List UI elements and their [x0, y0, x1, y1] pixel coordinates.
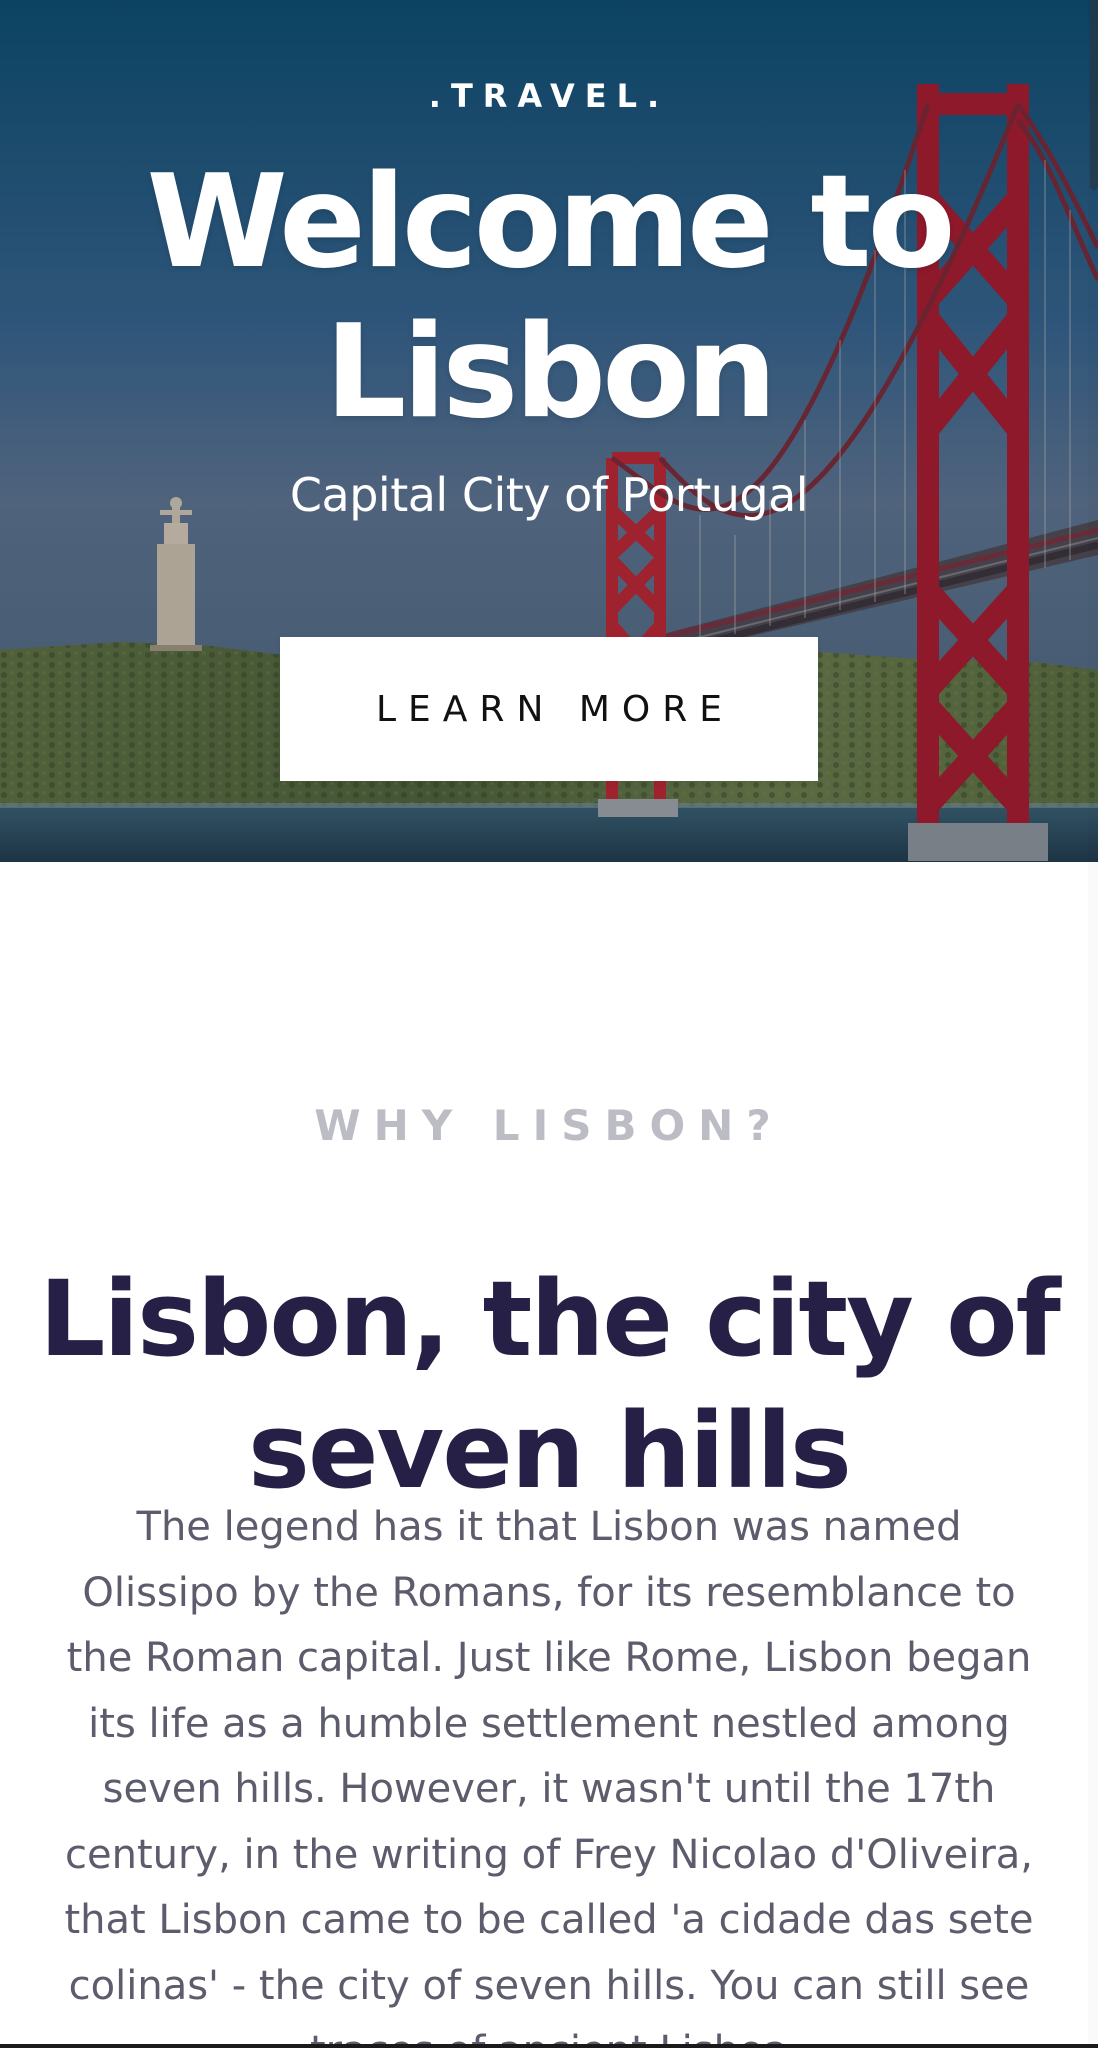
hero-title: Welcome to Lisbon — [146, 148, 956, 447]
scrollbar-thumb[interactable] — [1090, 0, 1098, 190]
section-label: WHY LISBON? — [314, 1101, 784, 1150]
section-body-text: The legend has it that Lisbon was named … — [64, 1504, 1034, 2048]
section-title: Lisbon, the city of seven hills — [39, 1257, 1061, 1512]
learn-more-button[interactable]: LEARN MORE — [280, 637, 818, 781]
hero-eyebrow: .TRAVEL. — [428, 77, 670, 115]
hero-banner: .TRAVEL. Welcome to Lisbon Capital City … — [0, 0, 1098, 862]
hero-subtitle: Capital City of Portugal — [289, 468, 809, 522]
scrollbar-track[interactable] — [1088, 0, 1098, 2048]
bottom-edge — [0, 2044, 1098, 2048]
lisbon-travel-page: .TRAVEL. Welcome to Lisbon Capital City … — [0, 0, 1098, 2048]
